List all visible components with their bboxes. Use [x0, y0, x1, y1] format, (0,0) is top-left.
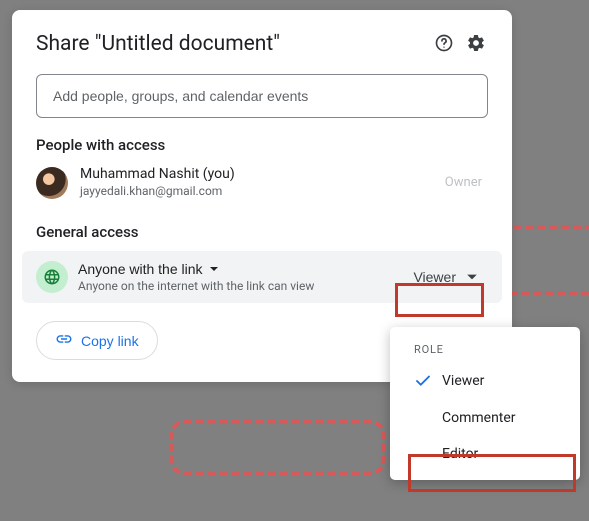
role-option-label: Commenter: [442, 410, 516, 426]
dialog-title: Share "Untitled document": [36, 32, 428, 56]
copy-link-label: Copy link: [81, 333, 139, 349]
role-menu: ROLE Viewer Commenter Editor: [390, 327, 580, 480]
general-access-title: General access: [12, 205, 512, 247]
person-email: jayyedali.khan@gmail.com: [80, 184, 445, 200]
person-row: Muhammad Nashit (you) jayyedali.khan@gma…: [12, 160, 512, 205]
gear-icon: [466, 33, 486, 56]
role-option-commenter[interactable]: Commenter: [390, 400, 580, 436]
add-people-input[interactable]: [36, 74, 488, 118]
role-label: Viewer: [413, 269, 456, 285]
background-decoration: [500, 225, 589, 295]
general-access-row: Anyone with the link Anyone on the inter…: [22, 251, 502, 303]
person-role: Owner: [445, 175, 488, 190]
caret-down-icon: [209, 264, 219, 274]
globe-icon: [36, 261, 68, 293]
caret-down-icon: [466, 271, 478, 283]
role-option-label: Viewer: [442, 373, 484, 389]
role-dropdown[interactable]: Viewer: [405, 263, 486, 291]
role-option-editor[interactable]: Editor: [390, 436, 580, 472]
check-icon: [414, 372, 436, 390]
settings-button[interactable]: [460, 28, 492, 60]
access-description: Anyone on the internet with the link can…: [78, 279, 405, 293]
access-scope-dropdown[interactable]: Anyone with the link: [78, 261, 219, 277]
background-decoration: [170, 420, 385, 475]
role-option-label: Editor: [442, 446, 478, 462]
help-icon: [434, 33, 454, 56]
copy-link-button[interactable]: Copy link: [36, 321, 158, 360]
role-menu-header: ROLE: [390, 337, 580, 362]
help-button[interactable]: [428, 28, 460, 60]
person-name: Muhammad Nashit (you): [80, 166, 445, 184]
avatar: [36, 167, 68, 199]
role-option-viewer[interactable]: Viewer: [390, 362, 580, 400]
access-scope-label: Anyone with the link: [78, 261, 203, 277]
link-icon: [55, 330, 81, 351]
people-with-access-title: People with access: [12, 118, 512, 160]
